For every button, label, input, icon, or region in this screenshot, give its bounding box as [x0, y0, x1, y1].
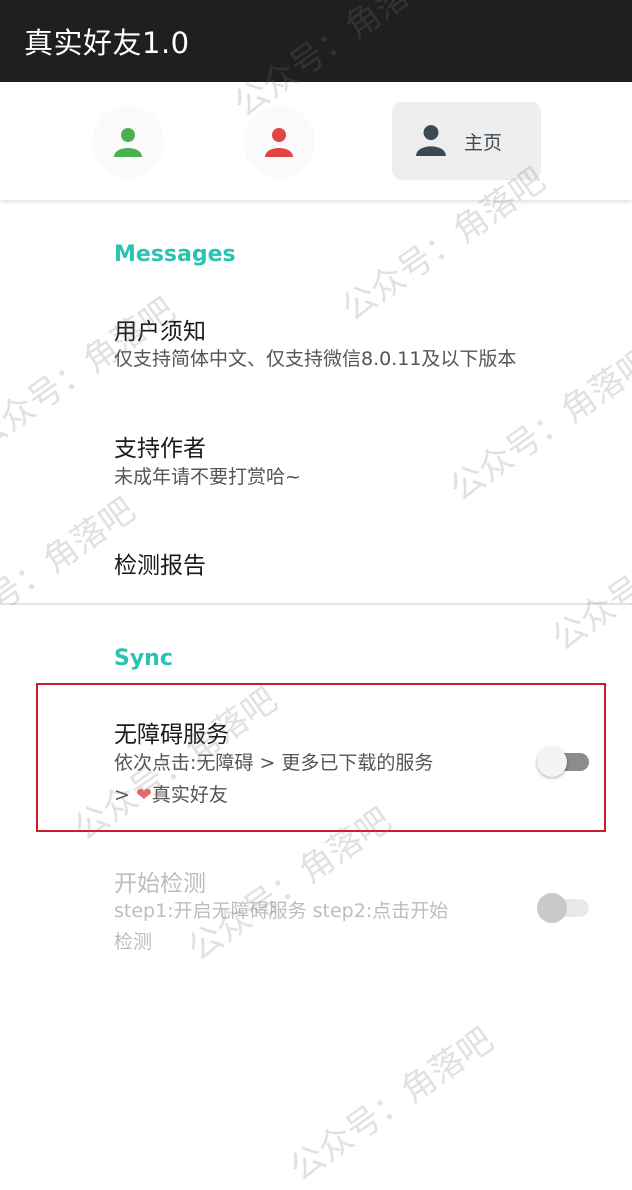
pref-title: 支持作者 [114, 436, 206, 462]
person-icon [114, 128, 142, 157]
start-detection-toggle[interactable] [537, 893, 589, 923]
watermark: 公众号：角落吧 [544, 490, 632, 660]
section-divider [0, 603, 632, 605]
person-icon [265, 128, 293, 157]
pref-title: 无障碍服务 [114, 722, 229, 748]
tab-user-red[interactable] [243, 106, 315, 178]
pref-title: 用户须知 [114, 319, 206, 345]
pref-summary-line2: > ❤真实好友 [114, 778, 228, 812]
pref-title: 开始检测 [114, 871, 206, 897]
pref-title: 检测报告 [114, 553, 206, 579]
pref-summary: 未成年请不要打赏哈~ [114, 466, 301, 488]
section-header-sync: Sync [114, 646, 173, 671]
accessibility-toggle[interactable] [537, 747, 589, 777]
section-header-messages: Messages [114, 242, 236, 267]
pref-summary-line1: step1:开启无障碍服务 step2:点击开始 [114, 900, 449, 922]
tab-home-label: 主页 [464, 132, 503, 154]
app-title: 真实好友1.0 [24, 26, 190, 60]
summary-prefix: > [114, 784, 130, 806]
toggle-thumb [537, 747, 567, 777]
person-icon [416, 125, 446, 156]
pref-summary: 仅支持简体中文、仅支持微信8.0.11及以下版本 [114, 348, 517, 370]
watermark: 公众号：角落吧 [282, 1020, 501, 1190]
heart-icon: ❤ [135, 784, 152, 806]
tab-home[interactable]: 主页 [392, 102, 541, 180]
toggle-thumb [537, 893, 567, 923]
pref-summary-line1: 依次点击:无障碍 > 更多已下载的服务 [114, 752, 434, 774]
pref-summary-line2: 检测 [114, 931, 153, 953]
summary-app-name: 真实好友 [151, 784, 228, 806]
app-title-bar: 真实好友1.0 [0, 0, 632, 82]
tab-user-green[interactable] [92, 106, 164, 178]
